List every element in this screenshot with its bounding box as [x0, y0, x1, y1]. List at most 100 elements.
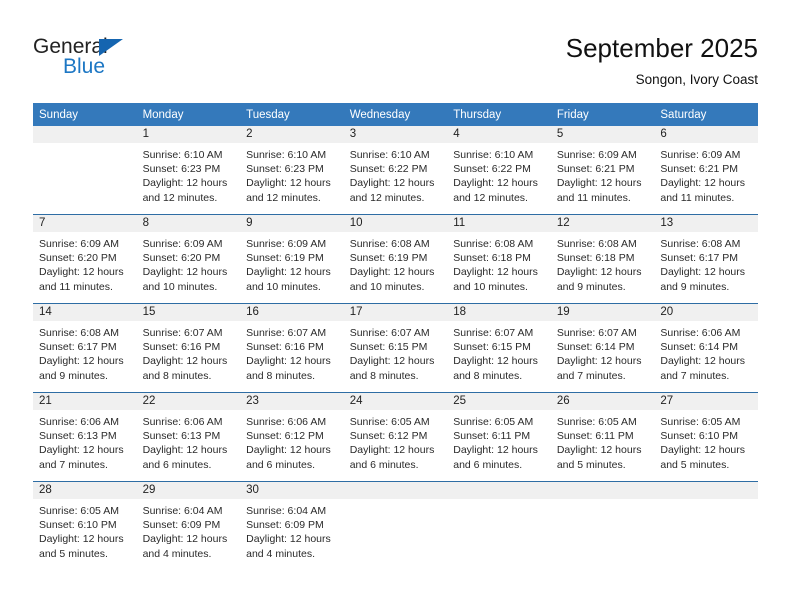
calendar-day-cell[interactable]: 20 Sunrise: 6:06 AM Sunset: 6:14 PM Dayligh…	[654, 303, 758, 393]
calendar-day-cell-empty	[654, 481, 758, 570]
day-detail-line: Sunset: 6:14 PM	[660, 341, 739, 354]
day-details: Sunrise: 6:09 AM Sunset: 6:21 PM Daylight:…	[551, 143, 655, 205]
day-detail-line: Sunset: 6:09 PM	[246, 519, 324, 532]
day-detail-line: Daylight: 12 hours	[556, 266, 642, 279]
day-detail-line: Sunrise: 6:07 AM	[142, 327, 223, 339]
calendar-day-cell[interactable]: 11 Sunrise: 6:08 AM Sunset: 6:18 PM Dayligh…	[447, 214, 551, 304]
day-detail-line: Sunrise: 6:10 AM	[453, 149, 534, 161]
calendar-day-cell[interactable]: 23 Sunrise: 6:06 AM Sunset: 6:12 PM Dayligh…	[240, 392, 344, 482]
day-number: 15	[136, 304, 241, 321]
day-number: 9	[240, 215, 344, 232]
day-number	[654, 482, 758, 499]
day-details: Sunrise: 6:05 AM Sunset: 6:11 PM Daylight:…	[551, 410, 655, 472]
calendar-day-cell[interactable]: 7 Sunrise: 6:09 AM Sunset: 6:20 PM Daylight…	[33, 214, 137, 304]
day-details: Sunrise: 6:05 AM Sunset: 6:10 PM Daylight:…	[33, 499, 137, 561]
calendar-day-cell[interactable]: 16 Sunrise: 6:07 AM Sunset: 6:16 PM Dayligh…	[240, 303, 344, 393]
calendar-day-cell[interactable]: 27 Sunrise: 6:05 AM Sunset: 6:10 PM Dayligh…	[654, 392, 758, 482]
day-detail-line: Daylight: 12 hours	[660, 355, 746, 368]
day-details: Sunrise: 6:10 AM Sunset: 6:23 PM Daylight:…	[137, 143, 241, 205]
day-detail-line: and 7 minutes.	[660, 369, 730, 382]
day-detail-line: Sunset: 6:18 PM	[556, 252, 635, 265]
day-detail-line: Sunset: 6:11 PM	[556, 430, 634, 443]
calendar-day-cell[interactable]: 21 Sunrise: 6:06 AM Sunset: 6:13 PM Dayligh…	[33, 392, 137, 482]
day-detail-line: Daylight: 12 hours	[246, 355, 331, 368]
calendar-day-cell[interactable]: 15 Sunrise: 6:07 AM Sunset: 6:16 PM Dayligh…	[136, 303, 241, 393]
calendar-day-cell[interactable]: 28 Sunrise: 6:05 AM Sunset: 6:10 PM Dayligh…	[33, 481, 137, 570]
calendar-day-cell[interactable]: 10 Sunrise: 6:08 AM Sunset: 6:19 PM Dayligh…	[343, 214, 448, 304]
day-number: 17	[343, 304, 448, 321]
day-detail-line: Sunset: 6:23 PM	[246, 163, 324, 176]
calendar-day-cell-empty	[343, 481, 448, 570]
dow-header-tuesday: Tuesday	[240, 103, 344, 126]
day-detail-line: Daylight: 12 hours	[349, 444, 435, 457]
day-number: 22	[136, 393, 241, 410]
day-detail-line: Daylight: 12 hours	[453, 266, 538, 279]
day-detail-line: Sunrise: 6:06 AM	[142, 416, 223, 428]
day-detail-line: Daylight: 12 hours	[39, 355, 124, 368]
day-number: 1	[136, 126, 241, 143]
day-detail-line: Sunrise: 6:08 AM	[556, 238, 637, 250]
calendar-day-cell[interactable]: 12 Sunrise: 6:08 AM Sunset: 6:18 PM Dayligh…	[550, 214, 655, 304]
calendar-day-cell[interactable]: 25 Sunrise: 6:05 AM Sunset: 6:11 PM Dayligh…	[447, 392, 551, 482]
day-detail-line: Sunrise: 6:09 AM	[142, 238, 223, 250]
day-detail-line: Daylight: 12 hours	[660, 444, 746, 457]
calendar-day-cell[interactable]: 18 Sunrise: 6:07 AM Sunset: 6:15 PM Dayligh…	[447, 303, 551, 393]
page-header: General Blue September 2025 Songon, Ivor…	[0, 0, 792, 96]
day-detail-line: and 10 minutes.	[246, 280, 321, 293]
calendar-day-cell[interactable]: 3 Sunrise: 6:10 AM Sunset: 6:22 PM Daylight…	[343, 126, 448, 215]
logo-text-blue: Blue	[63, 55, 106, 78]
day-detail-line: Sunrise: 6:06 AM	[660, 327, 741, 339]
calendar-day-cell[interactable]: 1 Sunrise: 6:10 AM Sunset: 6:23 PM Daylight…	[136, 126, 241, 215]
calendar-day-cell[interactable]: 17 Sunrise: 6:07 AM Sunset: 6:15 PM Dayligh…	[343, 303, 448, 393]
calendar-day-cell[interactable]: 8 Sunrise: 6:09 AM Sunset: 6:20 PM Daylight…	[136, 214, 241, 304]
calendar-day-cell[interactable]: 24 Sunrise: 6:05 AM Sunset: 6:12 PM Dayligh…	[343, 392, 448, 482]
day-detail-line: Sunrise: 6:10 AM	[246, 149, 327, 161]
calendar-day-cell[interactable]: 5 Sunrise: 6:09 AM Sunset: 6:21 PM Daylight…	[550, 126, 655, 215]
day-detail-line: Sunset: 6:12 PM	[246, 430, 324, 443]
calendar-day-cell[interactable]: 9 Sunrise: 6:09 AM Sunset: 6:19 PM Daylight…	[240, 214, 344, 304]
day-detail-line: Sunrise: 6:09 AM	[660, 149, 741, 161]
calendar-day-cell[interactable]: 4 Sunrise: 6:10 AM Sunset: 6:22 PM Daylight…	[447, 126, 551, 215]
calendar-day-cell[interactable]: 29 Sunrise: 6:04 AM Sunset: 6:09 PM Dayligh…	[136, 481, 241, 570]
day-number: 19	[550, 304, 655, 321]
day-details	[447, 499, 551, 504]
day-detail-line: and 11 minutes.	[556, 191, 631, 204]
day-detail-line: and 5 minutes.	[39, 547, 108, 560]
calendar-day-cell[interactable]: 30 Sunrise: 6:04 AM Sunset: 6:09 PM Dayligh…	[240, 481, 344, 570]
day-details: Sunrise: 6:04 AM Sunset: 6:09 PM Daylight:…	[137, 499, 241, 561]
day-details: Sunrise: 6:09 AM Sunset: 6:21 PM Daylight:…	[654, 143, 758, 205]
day-detail-line: Sunrise: 6:08 AM	[349, 238, 430, 250]
day-detail-line: and 10 minutes.	[453, 280, 528, 293]
calendar-day-cell[interactable]: 22 Sunrise: 6:06 AM Sunset: 6:13 PM Dayligh…	[136, 392, 241, 482]
calendar-day-cell[interactable]: 13 Sunrise: 6:08 AM Sunset: 6:17 PM Dayligh…	[654, 214, 758, 304]
calendar-day-cell-empty	[550, 481, 655, 570]
day-details: Sunrise: 6:06 AM Sunset: 6:13 PM Daylight:…	[33, 410, 137, 472]
day-detail-line: Daylight: 12 hours	[556, 355, 642, 368]
day-number: 6	[654, 126, 758, 143]
day-details	[33, 143, 137, 148]
day-detail-line: Sunrise: 6:10 AM	[349, 149, 430, 161]
calendar-day-cell[interactable]: 19 Sunrise: 6:07 AM Sunset: 6:14 PM Dayligh…	[550, 303, 655, 393]
day-details: Sunrise: 6:05 AM Sunset: 6:12 PM Daylight:…	[344, 410, 448, 472]
day-detail-line: Sunset: 6:20 PM	[142, 252, 221, 265]
dow-header-monday: Monday	[136, 103, 241, 126]
day-number: 28	[33, 482, 137, 499]
day-detail-line: Sunset: 6:17 PM	[660, 252, 739, 265]
day-detail-line: Sunset: 6:13 PM	[39, 430, 117, 443]
calendar-day-cell[interactable]: 26 Sunrise: 6:05 AM Sunset: 6:11 PM Dayligh…	[550, 392, 655, 482]
day-detail-line: Sunset: 6:21 PM	[556, 163, 635, 176]
calendar-day-cell[interactable]: 6 Sunrise: 6:09 AM Sunset: 6:21 PM Daylight…	[654, 126, 758, 215]
day-detail-line: Sunset: 6:22 PM	[453, 163, 531, 176]
day-detail-line: Daylight: 12 hours	[142, 177, 228, 190]
day-number: 23	[240, 393, 344, 410]
general-blue-logo: General Blue	[33, 36, 173, 84]
day-details: Sunrise: 6:05 AM Sunset: 6:10 PM Daylight:…	[654, 410, 758, 472]
calendar-day-cell[interactable]: 14 Sunrise: 6:08 AM Sunset: 6:17 PM Dayligh…	[33, 303, 137, 393]
day-detail-line: Sunrise: 6:07 AM	[556, 327, 637, 339]
day-detail-line: Sunrise: 6:08 AM	[453, 238, 534, 250]
day-detail-line: and 12 minutes.	[453, 191, 528, 204]
day-detail-line: Daylight: 12 hours	[142, 444, 228, 457]
day-number: 25	[447, 393, 551, 410]
calendar-day-cell[interactable]: 2 Sunrise: 6:10 AM Sunset: 6:23 PM Daylight…	[240, 126, 344, 215]
calendar-week-row: 7 Sunrise: 6:09 AM Sunset: 6:20 PM Daylight…	[33, 214, 758, 304]
